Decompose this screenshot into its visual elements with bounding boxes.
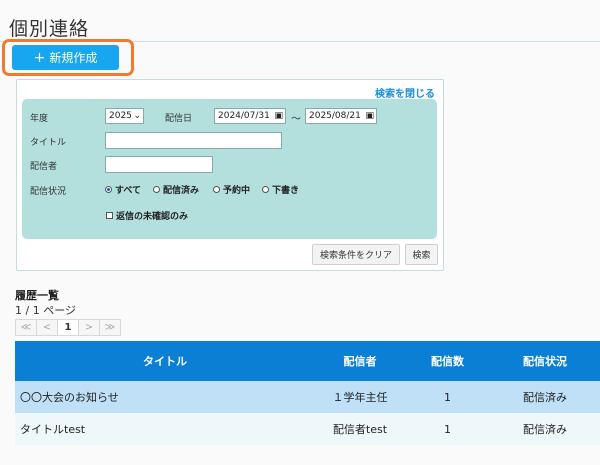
- title-input[interactable]: [105, 132, 282, 149]
- radio-icon: [153, 186, 160, 193]
- sender-input[interactable]: [105, 156, 213, 173]
- row-count: 1: [444, 422, 451, 436]
- pagination: ≪ < 1 > ≫: [15, 319, 121, 336]
- date-to-value: 2025/08/21: [309, 111, 361, 121]
- status-option-label: 予約中: [223, 186, 251, 196]
- date-separator: 〜: [291, 114, 301, 125]
- pager-prev-button[interactable]: <: [36, 319, 58, 336]
- pager-first-button[interactable]: ≪: [15, 319, 37, 336]
- pager-current-page[interactable]: 1: [57, 319, 79, 336]
- row-sender: １学年主任: [332, 391, 388, 404]
- search-form: 年度 2025 ⌄ 配信日 2024/07/31 ▣ 〜 2025/08/21 …: [22, 99, 437, 239]
- year-value: 2025: [109, 111, 132, 121]
- radio-selected-icon: [105, 186, 112, 193]
- calendar-icon: ▣: [365, 111, 374, 121]
- radio-icon: [262, 186, 269, 193]
- history-table: タイトル 配信者 配信数 配信状況 〇〇大会のお知らせ １学年主任 1 配信済み…: [15, 341, 600, 445]
- chevron-down-icon: ⌄: [133, 111, 141, 121]
- status-radio-draft[interactable]: 下書き: [262, 183, 299, 196]
- page-title: 個別連絡: [9, 18, 90, 40]
- plus-icon: +: [33, 49, 46, 66]
- date-from-value: 2024/07/31: [218, 111, 270, 121]
- status-radio-delivered[interactable]: 配信済み: [153, 183, 199, 196]
- row-status: 配信済み: [523, 391, 567, 404]
- status-radio-all[interactable]: すべて: [105, 183, 141, 196]
- pager-next-button[interactable]: >: [78, 319, 100, 336]
- checkbox-icon: [106, 212, 113, 219]
- new-create-label: 新規作成: [49, 51, 98, 65]
- year-label: 年度: [30, 114, 49, 124]
- table-row[interactable]: タイトルtest 配信者test 1 配信済み: [15, 413, 600, 445]
- status-label: 配信状況: [30, 187, 67, 197]
- unconfirmed-label: 返信の未確認のみ: [116, 212, 189, 222]
- row-count: 1: [444, 390, 451, 404]
- unconfirmed-checkbox[interactable]: 返信の未確認のみ: [106, 209, 188, 222]
- page-count: 1 / 1 ページ: [15, 304, 76, 317]
- row-title[interactable]: 〇〇大会のお知らせ: [15, 381, 315, 413]
- date-from-input[interactable]: 2024/07/31 ▣: [214, 108, 286, 124]
- title-label: タイトル: [30, 138, 67, 148]
- history-title: 履歴一覧: [15, 289, 59, 302]
- search-panel: 検索を閉じる 年度 2025 ⌄ 配信日 2024/07/31 ▣ 〜 2025…: [16, 79, 444, 271]
- sender-label: 配信者: [30, 162, 58, 172]
- row-title[interactable]: タイトルtest: [15, 413, 315, 445]
- table-header: タイトル 配信者 配信数 配信状況: [15, 341, 600, 381]
- year-select[interactable]: 2025 ⌄: [105, 108, 144, 124]
- column-header-status[interactable]: 配信状況: [490, 341, 600, 381]
- table-row[interactable]: 〇〇大会のお知らせ １学年主任 1 配信済み: [15, 381, 600, 413]
- row-status: 配信済み: [523, 423, 567, 436]
- status-radio-scheduled[interactable]: 予約中: [213, 183, 250, 196]
- status-option-label: すべて: [115, 186, 142, 196]
- row-sender: 配信者test: [332, 423, 388, 436]
- column-header-sender[interactable]: 配信者: [315, 341, 405, 381]
- date-to-input[interactable]: 2025/08/21 ▣: [305, 108, 377, 124]
- radio-icon: [213, 186, 220, 193]
- new-create-button[interactable]: + 新規作成: [12, 45, 119, 70]
- status-option-label: 下書き: [272, 186, 300, 196]
- pager-last-button[interactable]: ≫: [99, 319, 121, 336]
- clear-search-button[interactable]: 検索条件をクリア: [312, 244, 400, 265]
- status-option-label: 配信済み: [163, 186, 200, 196]
- search-button[interactable]: 検索: [405, 244, 438, 265]
- date-label: 配信日: [165, 114, 193, 124]
- column-header-title[interactable]: タイトル: [15, 341, 315, 381]
- calendar-icon: ▣: [274, 111, 283, 121]
- close-search-link[interactable]: 検索を閉じる: [375, 85, 435, 100]
- column-header-count[interactable]: 配信数: [405, 341, 490, 381]
